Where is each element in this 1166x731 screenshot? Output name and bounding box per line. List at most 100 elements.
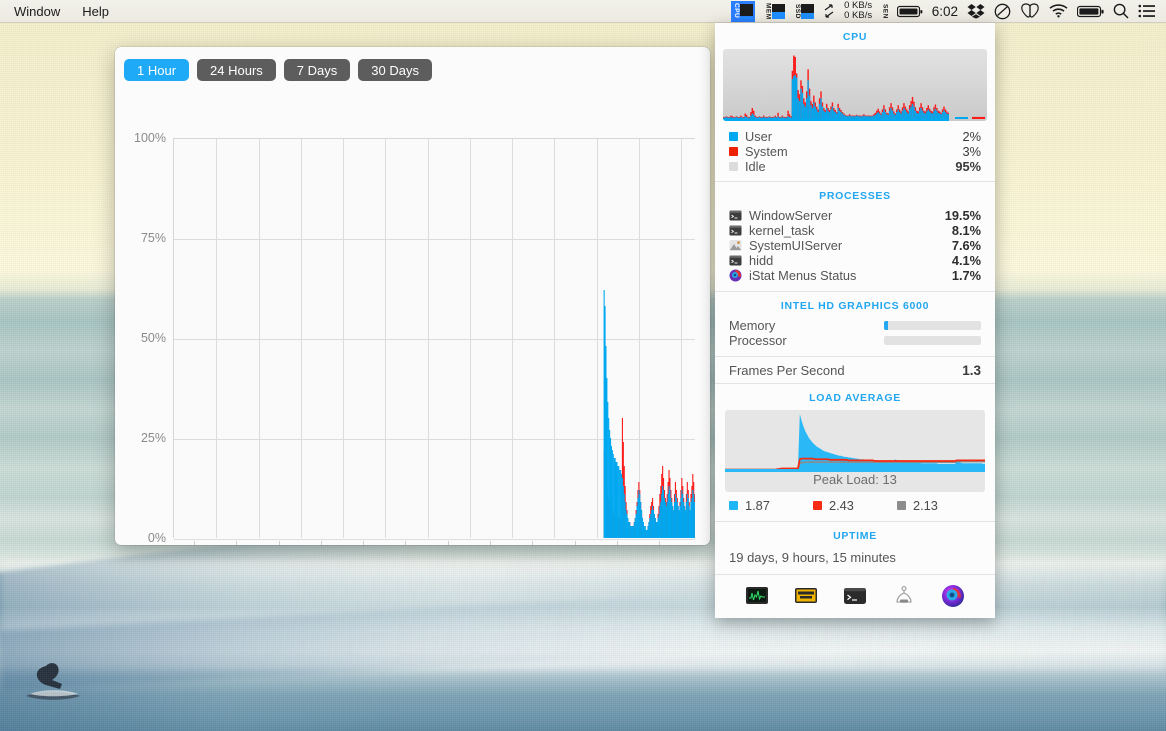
load-15min: 2.13 xyxy=(897,498,981,513)
process-row[interactable]: SystemUIServer7.6% xyxy=(715,238,995,253)
cpu-idle-value: 95% xyxy=(955,159,981,174)
x-axis-tick xyxy=(321,541,322,545)
menu-extra-memory[interactable]: MEM xyxy=(764,1,785,22)
notification-center-icon[interactable] xyxy=(1138,4,1156,18)
load-1min-value: 1.87 xyxy=(745,498,770,513)
x-axis-labels: 12:571:021:071:121:171:221:271:321:371:4… xyxy=(115,541,710,545)
x-axis-tick xyxy=(617,541,618,545)
do-not-disturb-icon[interactable] xyxy=(994,3,1011,20)
menu-bar-status-items: CPU MEM SSD 0 KB/s xyxy=(731,1,1166,22)
menu-extra-sensors[interactable]: SEN xyxy=(881,1,888,22)
terminal-app-icon xyxy=(729,209,742,222)
cpu-system-label: System xyxy=(745,144,963,159)
activity-monitor-icon[interactable] xyxy=(745,584,769,608)
istat-battery-icon[interactable] xyxy=(897,5,923,18)
gpu-section-title: INTEL HD GRAPHICS 6000 xyxy=(715,292,995,318)
process-name: hidd xyxy=(749,253,952,268)
gpu-processor-row: Processor xyxy=(715,333,995,348)
range-1-hour[interactable]: 1 Hour xyxy=(124,59,189,81)
menu-window[interactable]: Window xyxy=(14,4,60,19)
cpu-system-swatch xyxy=(729,147,738,156)
process-row[interactable]: kernel_task8.1% xyxy=(715,223,995,238)
menu-bar-clock[interactable]: 6:02 xyxy=(932,4,958,19)
gpu-memory-label: Memory xyxy=(729,318,884,333)
x-axis-tick xyxy=(575,541,576,545)
y-axis-tick-label: 25% xyxy=(115,431,166,445)
cpu-idle-label: Idle xyxy=(745,159,955,174)
cpu-current-bar xyxy=(955,117,968,119)
process-cpu-value: 4.1% xyxy=(952,253,981,268)
cpu-user-swatch xyxy=(729,132,738,141)
warranty-status-icon[interactable] xyxy=(794,584,818,608)
load-5min: 2.43 xyxy=(813,498,897,513)
process-row[interactable]: iStat Menus Status1.7% xyxy=(715,268,995,283)
y-axis-tick-label: 100% xyxy=(115,131,166,145)
console-icon[interactable] xyxy=(892,584,916,608)
mem-meter-bar xyxy=(772,4,785,19)
load-average-legend: 1.87 2.43 2.13 xyxy=(715,492,995,521)
butterfly-icon[interactable] xyxy=(1020,3,1040,19)
load-1min-swatch xyxy=(729,501,738,510)
ssd-meter-label: SSD xyxy=(794,4,801,19)
range-7-days[interactable]: 7 Days xyxy=(284,59,350,81)
process-cpu-value: 1.7% xyxy=(952,268,981,283)
surfer-silhouette xyxy=(16,660,104,710)
process-row[interactable]: hidd4.1% xyxy=(715,253,995,268)
load-average-graph: Peak Load: 13 xyxy=(725,410,985,492)
cpu-section-title: CPU xyxy=(715,23,995,49)
menu-extra-cpu[interactable]: CPU xyxy=(731,1,755,22)
menu-extra-disk[interactable]: SSD xyxy=(794,1,815,22)
process-row[interactable]: WindowServer19.5% xyxy=(715,208,995,223)
range-24-hours[interactable]: 24 Hours xyxy=(197,59,276,81)
network-down-value: 0 KB/s xyxy=(844,11,872,21)
process-cpu-value: 7.6% xyxy=(952,238,981,253)
load-5min-value: 2.43 xyxy=(829,498,854,513)
cpu-user-label: User xyxy=(745,129,963,144)
cpu-idle-swatch xyxy=(729,162,738,171)
battery-icon[interactable] xyxy=(1077,5,1104,18)
load-15min-swatch xyxy=(897,501,906,510)
cpu-mini-graph-current xyxy=(953,49,987,121)
terminal-icon[interactable] xyxy=(843,584,867,608)
cpu-current-bar xyxy=(972,117,985,119)
process-name: iStat Menus Status xyxy=(749,268,952,283)
menu-help[interactable]: Help xyxy=(82,4,109,19)
sen-meter-label: SEN xyxy=(881,4,888,19)
quick-launch-dock xyxy=(715,575,995,618)
process-cpu-value: 19.5% xyxy=(945,208,981,223)
cpu-history-chart xyxy=(173,138,695,538)
cpu-mini-series-system xyxy=(723,56,949,119)
cpu-legend-user: User 2% xyxy=(715,129,995,144)
process-cpu-value: 8.1% xyxy=(952,223,981,238)
network-speed-readout[interactable]: 0 KB/s 0 KB/s xyxy=(844,1,872,21)
x-axis-tick xyxy=(236,541,237,545)
spotlight-search-icon[interactable] xyxy=(1113,3,1129,19)
cpu-mini-graph-history xyxy=(723,49,949,121)
load-average-section-title: LOAD AVERAGE xyxy=(715,384,995,410)
x-axis-tick xyxy=(532,541,533,545)
cpu-legend-system: System 3% xyxy=(715,144,995,159)
process-list: WindowServer19.5%kernel_task8.1%SystemUI… xyxy=(715,208,995,283)
x-axis-tick xyxy=(405,541,406,545)
time-range-selector: 1 Hour 24 Hours 7 Days 30 Days xyxy=(115,47,710,81)
chart-plot-area: 100%75%50%25%0% 12:571:021:071:121:171:2… xyxy=(115,92,710,545)
wifi-icon[interactable] xyxy=(1049,4,1068,18)
load-15min-value: 2.13 xyxy=(913,498,938,513)
cpu-meter-label: CPU xyxy=(732,3,739,18)
gpu-fps-row: Frames Per Second 1.3 xyxy=(715,357,995,383)
istat-menus-icon[interactable] xyxy=(941,584,965,608)
menu-bar-left: Window Help xyxy=(0,4,109,19)
x-axis-tick xyxy=(659,541,660,545)
peak-load-label: Peak Load: 13 xyxy=(725,472,985,487)
process-name: SystemUIServer xyxy=(749,238,952,253)
cpu-mini-series-user xyxy=(723,75,949,119)
menu-bar: Window Help CPU MEM SSD xyxy=(0,0,1166,23)
network-arrows-icon[interactable] xyxy=(823,4,835,18)
process-name: WindowServer xyxy=(749,208,945,223)
x-axis-tick xyxy=(279,541,280,545)
range-30-days[interactable]: 30 Days xyxy=(358,59,432,81)
terminal-app-icon xyxy=(729,254,742,267)
dropbox-icon[interactable] xyxy=(967,3,985,19)
gpu-processor-label: Processor xyxy=(729,333,884,348)
mem-meter-label: MEM xyxy=(764,3,771,20)
